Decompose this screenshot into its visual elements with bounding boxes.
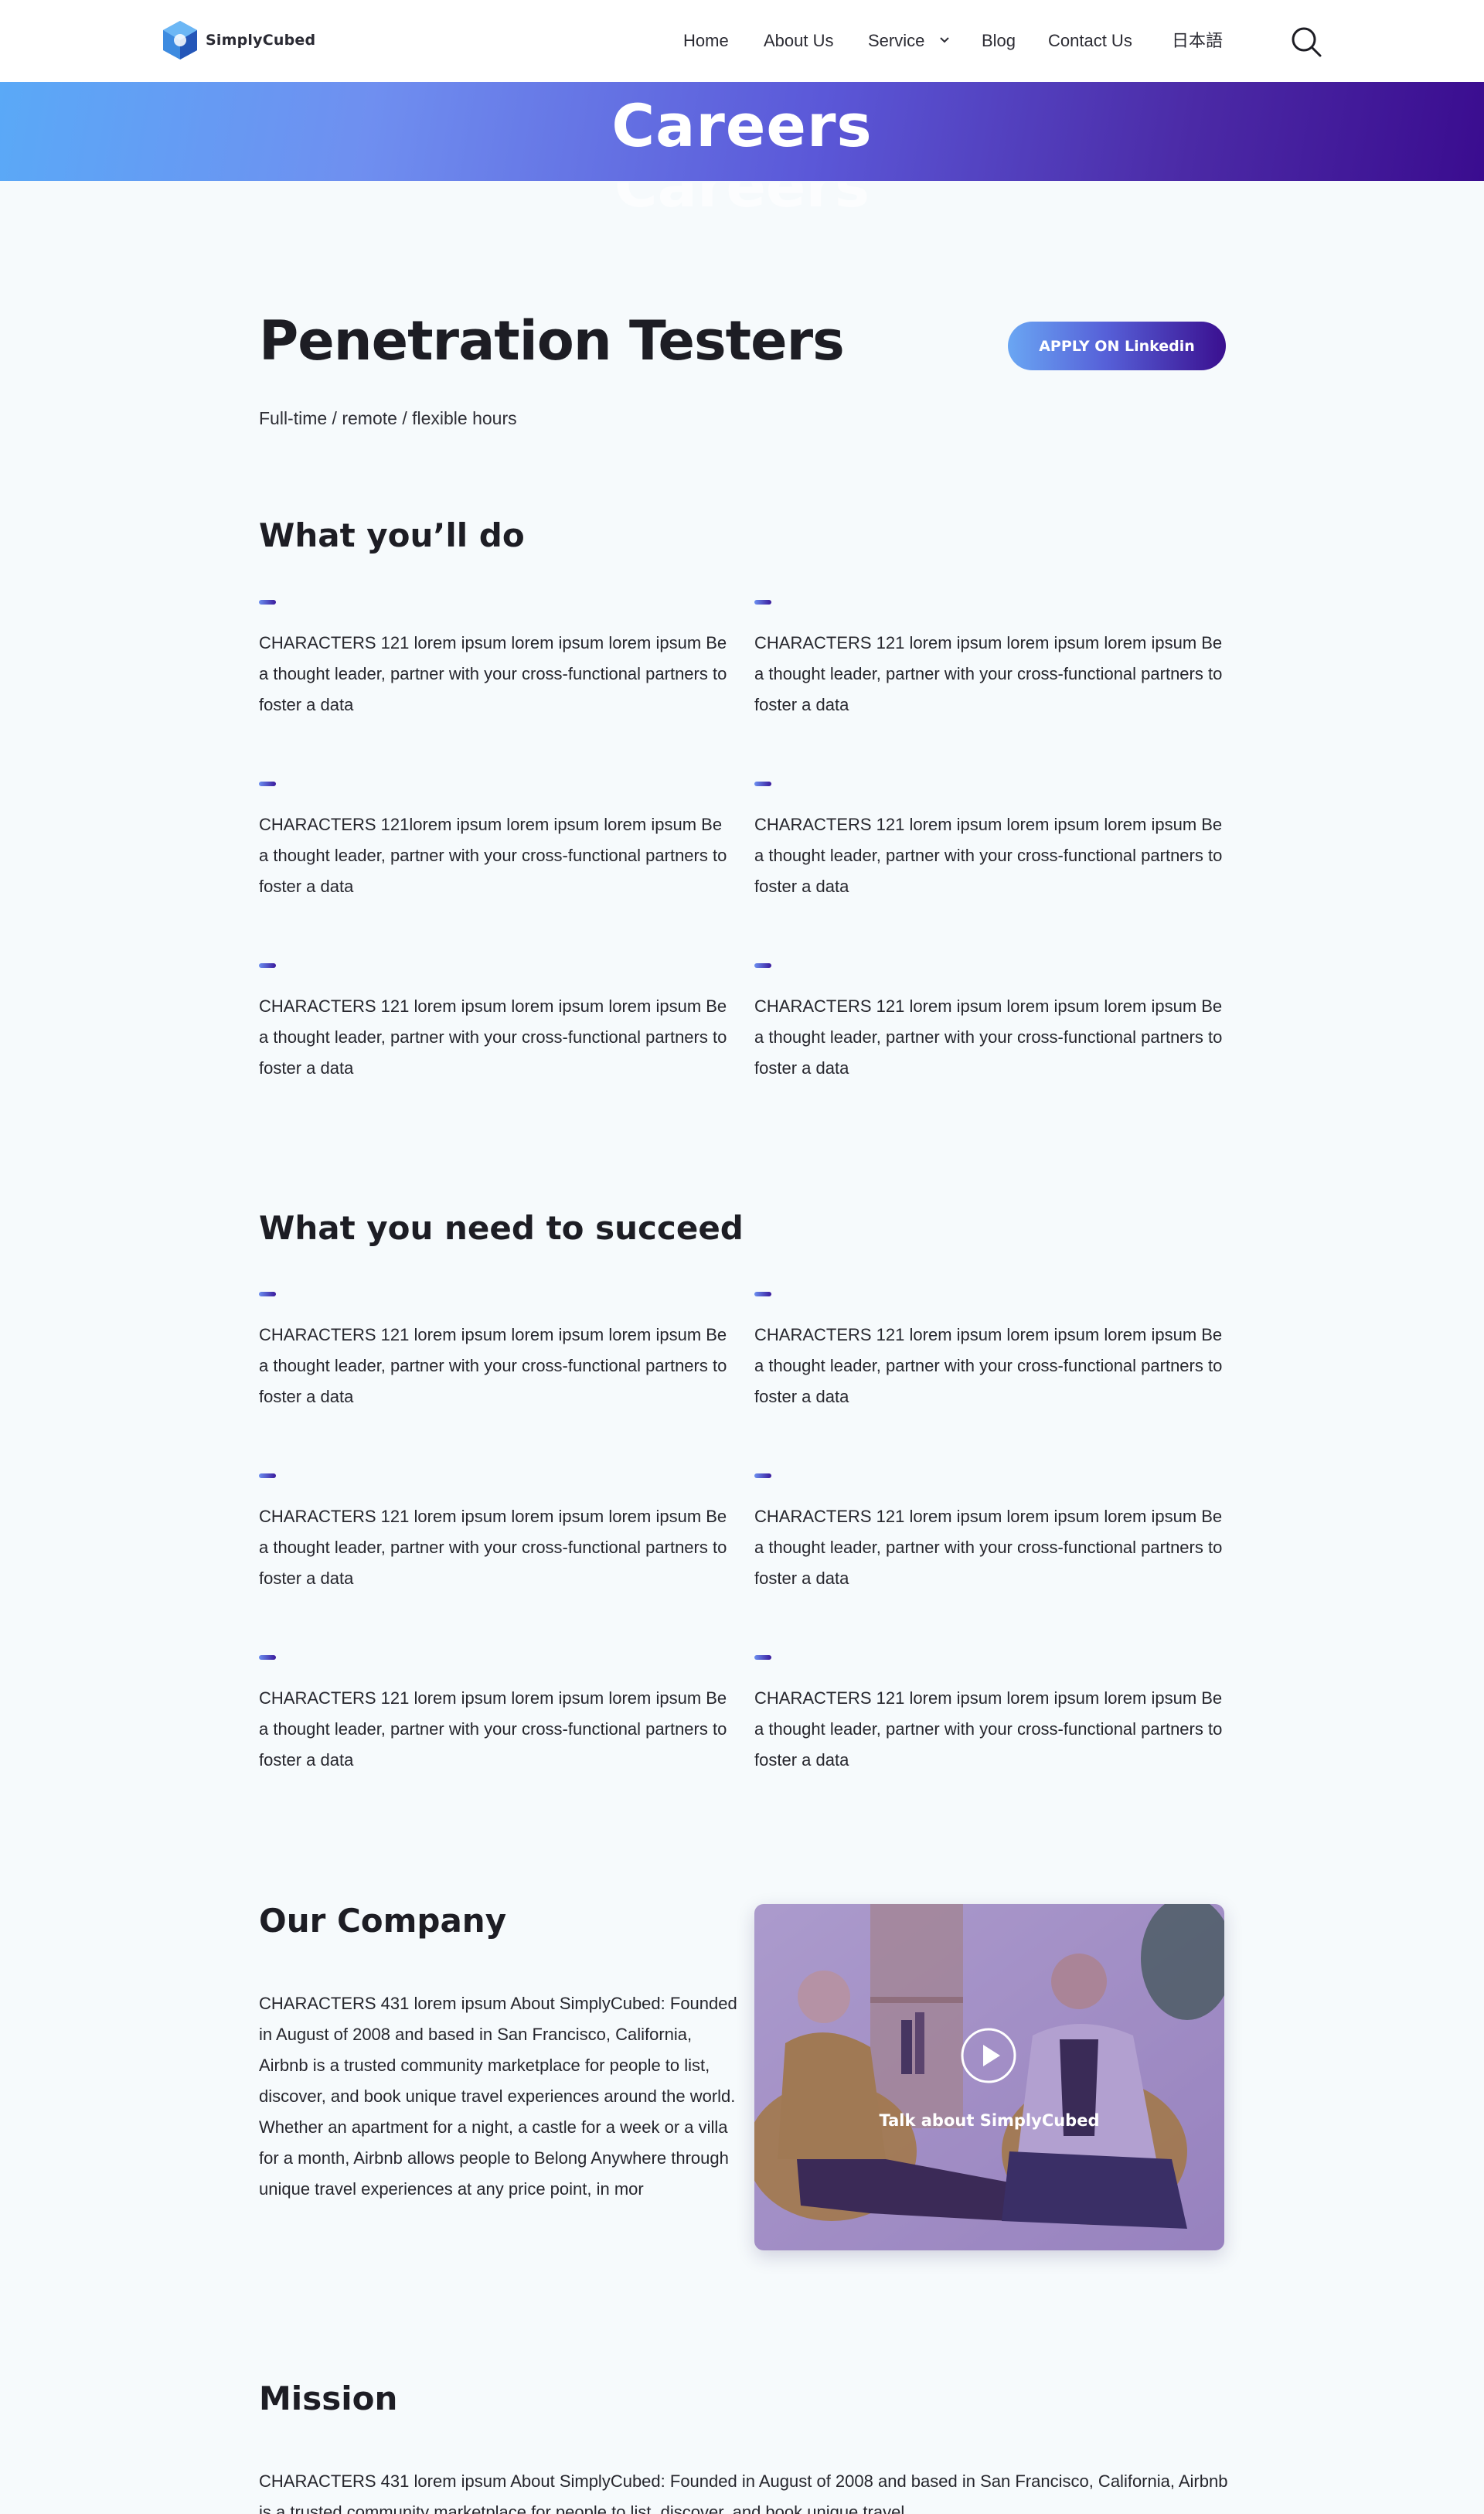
list-item: CHARACTERS 121 lorem ipsum lorem ipsum l… <box>754 1292 1226 1412</box>
nav-blog[interactable]: Blog <box>982 28 1016 54</box>
bullet-dash <box>259 1655 276 1660</box>
bullet-dash <box>754 600 771 605</box>
section-title-mission: Mission <box>259 2379 398 2417</box>
bullet-dash <box>754 1473 771 1478</box>
nav-service[interactable]: Service <box>868 28 924 54</box>
list-item: CHARACTERS 121 lorem ipsum lorem ipsum l… <box>754 963 1226 1084</box>
video-caption: Talk about SimplyCubed <box>879 2111 1100 2130</box>
nav-home[interactable]: Home <box>683 28 729 54</box>
list-item: CHARACTERS 121 lorem ipsum lorem ipsum l… <box>259 1655 730 1776</box>
list-item: CHARACTERS 121 lorem ipsum lorem ipsum l… <box>754 600 1226 720</box>
section-title-what-youll-do: What you’ll do <box>259 516 525 554</box>
item-text: CHARACTERS 121 lorem ipsum lorem ipsum l… <box>259 1688 727 1770</box>
nav-about-us[interactable]: About Us <box>764 28 834 54</box>
list-item: CHARACTERS 121 lorem ipsum lorem ipsum l… <box>754 1655 1226 1776</box>
list-item: CHARACTERS 121lorem ipsum lorem ipsum lo… <box>259 782 730 902</box>
bullet-dash <box>754 1655 771 1660</box>
bullet-dash <box>259 1292 276 1296</box>
main-nav: Home About Us Service Blog Contact Us 日本… <box>0 28 1484 54</box>
company-video[interactable]: Talk about SimplyCubed <box>754 1904 1224 2250</box>
job-meta: Full-time / remote / flexible hours <box>259 408 517 428</box>
apply-linkedin-button[interactable]: APPLY ON Linkedin <box>1008 322 1226 370</box>
bullet-dash <box>754 1292 771 1296</box>
bullet-dash <box>259 963 276 968</box>
list-item: CHARACTERS 121 lorem ipsum lorem ipsum l… <box>259 600 730 720</box>
bullet-dash <box>754 963 771 968</box>
item-text: CHARACTERS 121 lorem ipsum lorem ipsum l… <box>754 996 1223 1078</box>
company-description: CHARACTERS 431 lorem ipsum About SimplyC… <box>259 1994 737 2199</box>
list-item: CHARACTERS 121 lorem ipsum lorem ipsum l… <box>259 1292 730 1412</box>
site-header: SimplyCubed Home About Us Service Blog C… <box>0 0 1484 82</box>
section-title-what-you-need: What you need to succeed <box>259 1209 744 1247</box>
list-item: CHARACTERS 121 lorem ipsum lorem ipsum l… <box>754 782 1226 902</box>
list-item: CHARACTERS 121 lorem ipsum lorem ipsum l… <box>754 1473 1226 1594</box>
search-icon[interactable] <box>1289 25 1323 59</box>
item-text: CHARACTERS 121 lorem ipsum lorem ipsum l… <box>259 1325 727 1406</box>
item-text: CHARACTERS 121 lorem ipsum lorem ipsum l… <box>754 1325 1223 1406</box>
banner-title: Careers <box>611 91 873 160</box>
item-text: CHARACTERS 121 lorem ipsum lorem ipsum l… <box>754 1507 1223 1588</box>
bullet-dash <box>754 782 771 786</box>
bullet-dash <box>259 600 276 605</box>
item-text: CHARACTERS 121 lorem ipsum lorem ipsum l… <box>259 996 727 1078</box>
list-item: CHARACTERS 121 lorem ipsum lorem ipsum l… <box>259 963 730 1084</box>
item-text: CHARACTERS 121lorem ipsum lorem ipsum lo… <box>259 815 727 896</box>
item-text: CHARACTERS 121 lorem ipsum lorem ipsum l… <box>754 633 1223 714</box>
nav-japanese[interactable]: 日本語 <box>1172 28 1223 54</box>
item-text: CHARACTERS 121 lorem ipsum lorem ipsum l… <box>754 815 1223 896</box>
job-title: Penetration Testers <box>259 309 845 373</box>
bullet-dash <box>259 782 276 786</box>
item-text: CHARACTERS 121 lorem ipsum lorem ipsum l… <box>259 1507 727 1588</box>
list-item: CHARACTERS 121 lorem ipsum lorem ipsum l… <box>259 1473 730 1594</box>
item-text: CHARACTERS 121 lorem ipsum lorem ipsum l… <box>754 1688 1223 1770</box>
chevron-down-icon[interactable] <box>938 34 951 46</box>
item-text: CHARACTERS 121 lorem ipsum lorem ipsum l… <box>259 633 727 714</box>
bullet-dash <box>259 1473 276 1478</box>
mission-description: CHARACTERS 431 lorem ipsum About SimplyC… <box>259 2471 1228 2514</box>
play-icon[interactable] <box>959 2026 1018 2085</box>
careers-banner: Careers <box>0 82 1484 181</box>
section-title-our-company: Our Company <box>259 1902 507 1940</box>
nav-contact-us[interactable]: Contact Us <box>1048 28 1132 54</box>
